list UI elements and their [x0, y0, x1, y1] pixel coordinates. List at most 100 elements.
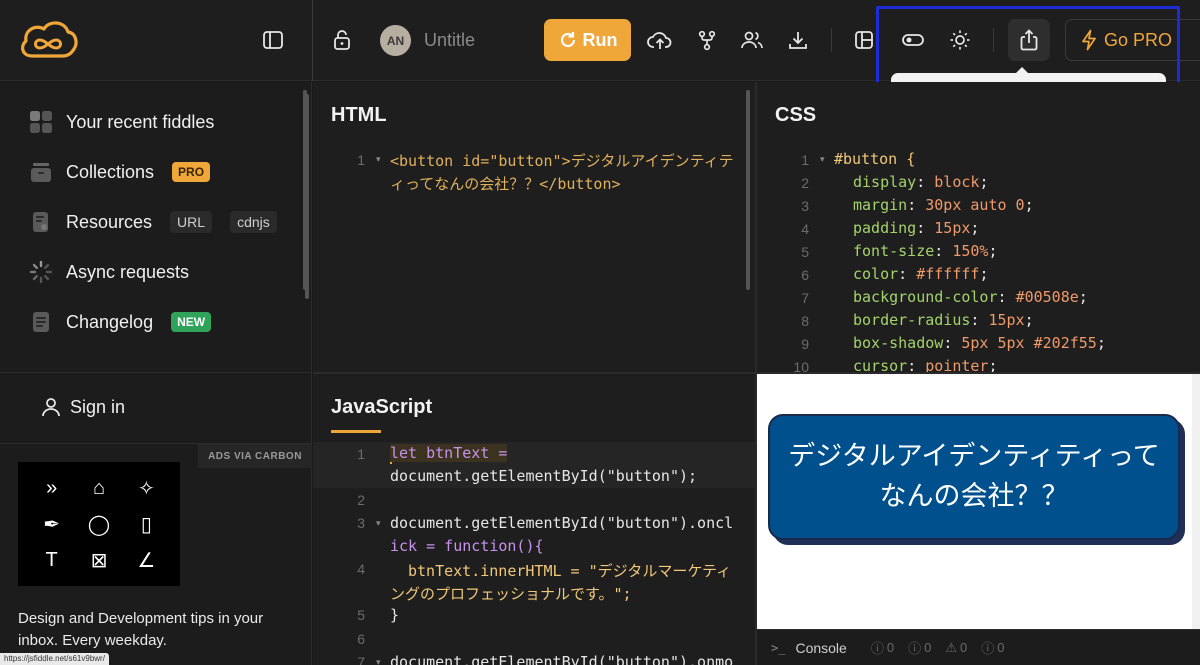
chevrons-icon: »	[46, 476, 58, 499]
lasso-icon: ◯	[87, 513, 111, 536]
line-number: 7	[357, 654, 365, 665]
sidebar-item-label: Your recent fiddles	[66, 111, 215, 132]
line-number: 5	[801, 244, 809, 260]
grid-icon	[28, 109, 54, 135]
sparkle-cursor-icon: ✧	[137, 477, 155, 500]
fork-icon[interactable]	[689, 22, 725, 58]
code-line: color: #ffffff;	[853, 265, 989, 283]
line-number: 10	[793, 359, 809, 372]
sidebar-item-resources[interactable]: Resources URL cdnjs	[28, 209, 277, 235]
html-pane-title: HTML	[331, 104, 387, 126]
user-icon	[42, 398, 60, 417]
js-editor-pane[interactable]: JavaScript 1 2 3 ▾ 4 5 6 7 ▾ let btnText…	[313, 374, 755, 665]
changelog-doc-icon	[28, 309, 54, 335]
console-bar[interactable]: >_ Console ⓘ 0 ⓘ 0 ⚠ 0 ⓘ 0	[757, 629, 1200, 665]
carbon-ad: ADS VIA CARBON » ⌂ ✧ ✒ ◯ ▯ T ⊠ ∠ Design …	[0, 443, 312, 665]
code-line: background-color: #00508e;	[853, 288, 1088, 306]
line-number: 8	[801, 313, 809, 329]
code-line: border-radius: 15px;	[853, 311, 1034, 329]
debug-count: ⓘ 0	[981, 640, 1005, 656]
code-line: btnText.innerHTML = "デジタルマーケティ	[408, 562, 732, 580]
code-line: <button id="button">デジタルアイデンティテ	[390, 152, 734, 170]
ads-via-carbon-label[interactable]: ADS VIA CARBON	[198, 444, 312, 468]
fiddle-title[interactable]: Untitle	[424, 30, 475, 51]
fold-arrow-icon[interactable]: ▾	[376, 518, 381, 529]
line-tool-icon: ∠	[137, 549, 156, 572]
debug-icon: ⓘ	[981, 641, 995, 656]
demo-button[interactable]: デジタルアイデンティティってなんの会社？？	[768, 414, 1180, 540]
code-line: box-shadow: 5px 5px #202f55;	[853, 334, 1106, 352]
result-scrollbar[interactable]	[1192, 374, 1200, 629]
download-icon[interactable]	[780, 22, 816, 58]
html-pane-scrollbar[interactable]	[303, 90, 307, 290]
run-button[interactable]: Run	[544, 19, 631, 61]
fold-arrow-icon[interactable]: ▾	[376, 154, 381, 165]
line-number: 6	[357, 631, 365, 647]
url-tag[interactable]: URL	[170, 211, 213, 233]
code-line: document.getElementById("button").oncl	[390, 514, 734, 532]
cdnjs-tag[interactable]: cdnjs	[230, 211, 277, 233]
code-line: padding: 15px;	[853, 219, 980, 237]
sidebar-item-async-requests[interactable]: Async requests	[28, 259, 189, 285]
line-number: 6	[801, 267, 809, 283]
code-line: ングのプロフェッショナルです。";	[390, 585, 632, 603]
line-number: 4	[801, 221, 809, 237]
lock-icon[interactable]	[324, 22, 360, 58]
result-preview: デジタルアイデンティティってなんの会社？？	[757, 374, 1192, 629]
divider	[831, 28, 832, 52]
sidebar-item-recent-fiddles[interactable]: Your recent fiddles	[28, 109, 214, 135]
fold-arrow-icon[interactable]: ▾	[376, 657, 381, 665]
jsfiddle-logo-icon[interactable]	[18, 18, 78, 62]
css-editor-pane[interactable]: CSS 1 ▾ #button {2 display: block; 3 margin: …	[757, 82, 1200, 372]
line-number: 5	[357, 607, 365, 623]
console-label: Console	[795, 639, 847, 656]
line-number: 4	[357, 561, 365, 577]
css-pane-title: CSS	[775, 104, 817, 126]
pen-nib-icon: ✒	[43, 513, 61, 536]
avatar[interactable]: AN	[380, 25, 411, 56]
warning-icon: ⚠	[945, 639, 957, 655]
refresh-icon	[560, 32, 575, 48]
fold-arrow-icon[interactable]: ▾	[820, 154, 825, 165]
sign-in-label: Sign in	[70, 396, 126, 417]
code-line: document.getElementById("button");	[390, 467, 698, 485]
line-number: 9	[801, 336, 809, 352]
collaborate-users-icon[interactable]	[734, 22, 770, 58]
line-number: 2	[801, 175, 809, 191]
home-icon: ⌂	[92, 476, 106, 499]
sidebar-item-label: Changelog	[66, 311, 154, 332]
sidebar-item-label: Async requests	[66, 261, 190, 282]
code-line: document.getElementById("button").onmo	[390, 653, 734, 665]
line-number: 3	[357, 515, 365, 531]
line-number: 1	[357, 152, 365, 168]
code-line: margin: 30px auto 0;	[853, 196, 1034, 214]
sidebar-item-label: Resources	[66, 211, 153, 232]
code-line: cursor: pointer;	[853, 357, 998, 372]
code-line: #button {	[834, 150, 916, 168]
pro-badge: PRO	[172, 162, 211, 182]
resources-file-icon	[28, 209, 54, 235]
run-label: Run	[582, 29, 618, 50]
sign-in-button[interactable]: Sign in	[40, 396, 125, 418]
error-count: ⓘ 0	[908, 640, 932, 656]
code-line: display: block;	[853, 173, 989, 191]
spinner-icon	[28, 259, 54, 285]
save-cloud-icon[interactable]	[642, 22, 678, 58]
divider	[0, 372, 312, 373]
css-pane-scrollbar[interactable]	[746, 90, 750, 290]
ad-image[interactable]: » ⌂ ✧ ✒ ◯ ▯ T ⊠ ∠	[18, 462, 180, 586]
line-number: 1	[801, 152, 809, 168]
sidebar-toggle-icon[interactable]	[255, 22, 291, 58]
sidebar-item-label: Collections	[66, 161, 155, 182]
divider	[312, 0, 313, 81]
console-prompt-icon: >_	[771, 640, 786, 655]
log-count: ⓘ 0	[870, 640, 895, 656]
image-placeholder-icon: ⊠	[90, 549, 108, 572]
new-badge: NEW	[171, 312, 212, 332]
sidebar-item-collections[interactable]: Collections PRO	[28, 159, 211, 185]
sidebar: Your recent fiddles Collections PRO Reso…	[0, 82, 312, 665]
html-editor-pane[interactable]: HTML 1 ▾ <button id="button">デジタルアイデンティテ…	[313, 82, 755, 372]
ad-text[interactable]: Design and Development tips in your inbo…	[18, 608, 288, 652]
sidebar-item-changelog[interactable]: Changelog NEW	[28, 309, 212, 335]
code-line: }	[390, 606, 400, 624]
